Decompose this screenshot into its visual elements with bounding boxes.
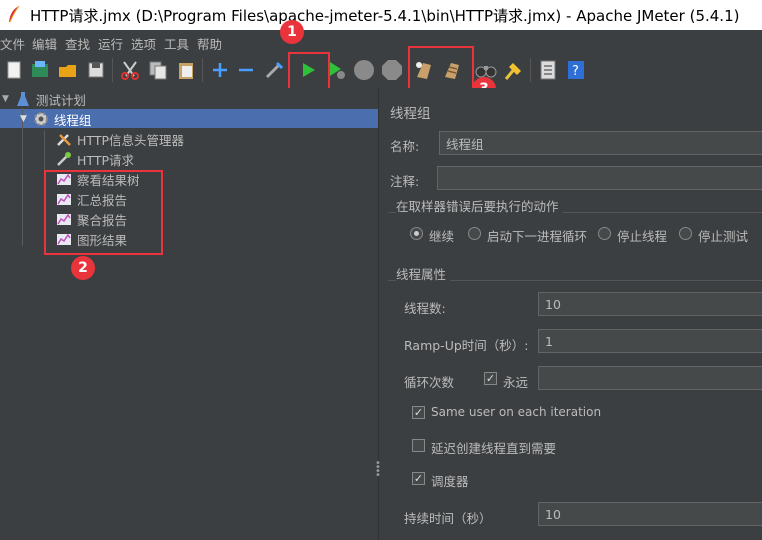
rampup-field[interactable]: 1	[538, 329, 762, 353]
expand-arrow-icon[interactable]: ▼	[20, 114, 27, 124]
gear-icon	[33, 111, 49, 127]
scheduler-checkbox[interactable]: ✓	[412, 472, 425, 485]
tree-node-label: HTTP请求	[77, 152, 134, 168]
toggle-icon[interactable]	[262, 58, 286, 82]
svg-text:?: ?	[572, 64, 579, 79]
tree-node-label: 线程组	[53, 112, 92, 128]
menu-tools[interactable]: 工具	[164, 34, 189, 53]
stop-icon[interactable]	[352, 58, 376, 82]
forever-checkbox[interactable]: ✓	[484, 372, 497, 385]
paste-icon[interactable]	[174, 58, 198, 82]
collapse-icon[interactable]	[234, 58, 258, 82]
duration-label: 持续时间（秒）	[404, 511, 492, 526]
jmeter-feather-icon	[9, 5, 20, 23]
toolbar: ?	[0, 52, 762, 89]
annotation-box-listeners	[44, 170, 163, 255]
comment-field[interactable]	[437, 166, 762, 190]
radio-continue-label[interactable]: 继续	[429, 226, 454, 245]
thread-group-panel: 线程组 名称: 线程组 注释: 在取样器错误后要执行的动作 继续 启动下一进程循…	[384, 88, 762, 540]
reset-search-icon[interactable]	[502, 58, 526, 82]
error-action-group-title: 在取样器错误后要执行的动作	[396, 196, 563, 215]
tree-node-test-plan[interactable]: ▼ 测试计划	[0, 89, 86, 109]
tree-node-thread-group[interactable]: ▼ 线程组	[20, 109, 91, 129]
rampup-label: Ramp-Up时间（秒）:	[404, 338, 529, 353]
thread-count-label: 线程数:	[404, 301, 446, 316]
test-plan-icon	[15, 91, 31, 107]
help-icon[interactable]: ?	[564, 58, 588, 82]
function-helper-icon[interactable]	[536, 58, 560, 82]
title-bar: HTTP请求.jmx (D:\Program Files\apache-jmet…	[0, 0, 762, 30]
window-title: HTTP请求.jmx (D:\Program Files\apache-jmet…	[30, 7, 740, 25]
radio-continue[interactable]	[410, 227, 423, 240]
save-icon[interactable]	[84, 58, 108, 82]
scheduler-label[interactable]: 调度器	[431, 471, 469, 490]
copy-icon[interactable]	[146, 58, 170, 82]
forever-label[interactable]: 永远	[503, 372, 528, 391]
cut-icon[interactable]	[118, 58, 142, 82]
wrench-icon	[56, 131, 72, 147]
thread-properties-group-title: 线程属性	[396, 264, 451, 283]
radio-stop-thread[interactable]	[598, 227, 611, 240]
templates-icon[interactable]	[28, 58, 52, 82]
tree-node-label: HTTP信息头管理器	[77, 132, 184, 148]
radio-stop-thread-label[interactable]: 停止线程	[617, 226, 667, 245]
comment-label: 注释:	[390, 174, 420, 189]
panel-title: 线程组	[390, 106, 431, 122]
radio-start-next-loop-label[interactable]: 启动下一进程循环	[487, 226, 587, 245]
name-field[interactable]: 线程组	[439, 131, 762, 155]
pipette-icon	[56, 151, 72, 167]
test-plan-tree: ▼ 测试计划 ▼ 线程组 HTTP信息头管理器 HTTP请求 察看结果树 汇总报…	[0, 88, 378, 540]
expand-icon[interactable]	[208, 58, 232, 82]
name-label: 名称:	[390, 139, 420, 154]
loop-count-field[interactable]	[538, 366, 762, 390]
radio-stop-test-label[interactable]: 停止测试	[698, 226, 748, 245]
loop-count-label: 循环次数	[404, 375, 455, 390]
shutdown-icon[interactable]	[380, 58, 404, 82]
same-user-checkbox[interactable]: ✓	[412, 406, 425, 419]
radio-start-next-loop[interactable]	[468, 227, 481, 240]
menu-help[interactable]: 帮助	[197, 34, 222, 53]
radio-stop-test[interactable]	[679, 227, 692, 240]
menu-file[interactable]: 文件	[0, 34, 25, 53]
menu-search[interactable]: 查找	[65, 34, 90, 53]
divider-grip-icon[interactable]: • • • •	[375, 459, 381, 481]
expand-arrow-icon[interactable]: ▼	[2, 94, 9, 104]
menu-bar: 文件 编辑 查找 运行 选项 工具 帮助	[0, 30, 762, 52]
tree-node-label: 测试计划	[35, 92, 86, 108]
new-icon[interactable]	[2, 58, 26, 82]
tree-node-header-manager[interactable]: HTTP信息头管理器	[56, 129, 184, 149]
delay-thread-creation-label[interactable]: 延迟创建线程直到需要	[431, 438, 556, 457]
annotation-badge-1: 1	[280, 20, 304, 44]
menu-run[interactable]: 运行	[98, 34, 123, 53]
menu-edit[interactable]: 编辑	[32, 34, 57, 53]
open-icon[interactable]	[56, 58, 80, 82]
delay-thread-creation-checkbox[interactable]	[412, 439, 425, 452]
annotation-badge-2: 2	[71, 256, 95, 280]
tree-node-http-request[interactable]: HTTP请求	[56, 149, 134, 169]
duration-field[interactable]: 10	[538, 502, 762, 526]
thread-count-field[interactable]: 10	[538, 292, 762, 316]
menu-options[interactable]: 选项	[131, 34, 156, 53]
same-user-label[interactable]: Same user on each iteration	[431, 405, 601, 419]
